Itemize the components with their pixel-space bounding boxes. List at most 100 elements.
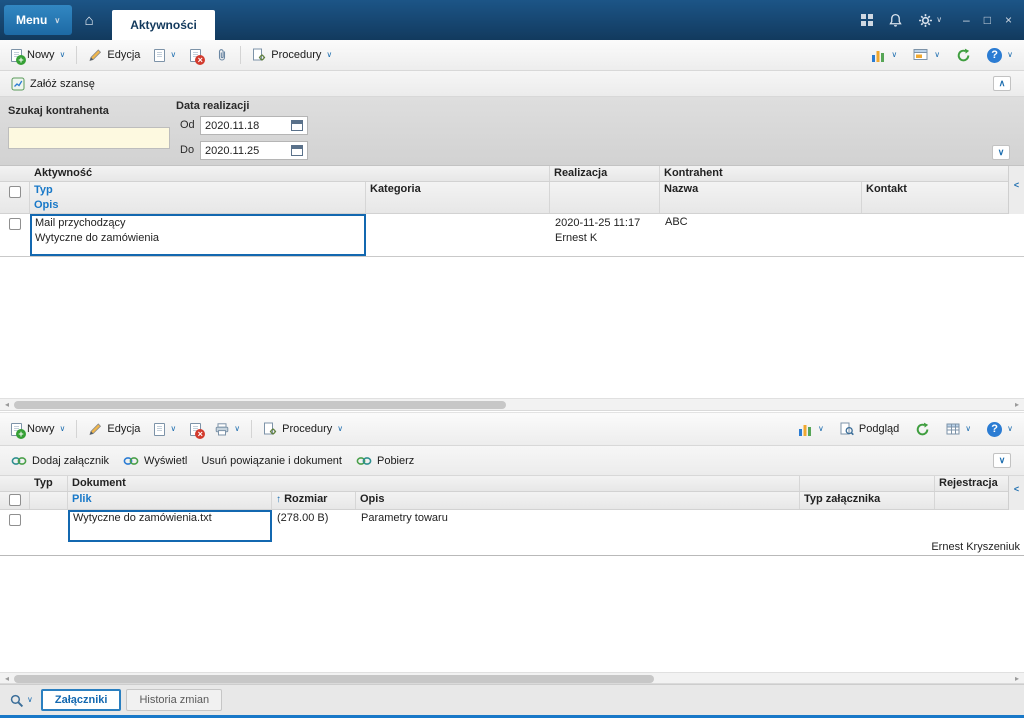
header-typ[interactable]: Typ [30, 476, 68, 491]
edit-attachment-button[interactable]: Edycja [82, 419, 146, 439]
separator [240, 46, 242, 64]
header-realizacja[interactable]: Realizacja [550, 166, 660, 181]
new-attachment-button[interactable]: Nowy ∨ [5, 420, 71, 439]
header-kontakt[interactable]: Kontakt [862, 182, 1008, 213]
header-typ-opis[interactable]: Typ Opis [30, 182, 366, 213]
header-plik[interactable]: Plik [68, 492, 272, 509]
procedures-attachment-button[interactable]: Procedury ∨ [257, 419, 349, 439]
new-document-icon [11, 48, 26, 65]
collapse-attachments-button[interactable]: ∨ [993, 453, 1011, 468]
apps-grid-button[interactable] [861, 14, 874, 26]
minimize-button[interactable]: – [963, 13, 970, 27]
settings-button[interactable]: ∨ [918, 13, 942, 28]
scrollbar-thumb[interactable] [14, 401, 506, 409]
help-icon: ? [987, 47, 1003, 63]
row-checkbox[interactable] [9, 514, 21, 526]
refresh-attachments-button[interactable] [909, 419, 936, 440]
grid-view-button[interactable]: ∨ [940, 420, 977, 438]
menu-label: Menu [16, 13, 48, 27]
horizontal-scrollbar-top[interactable]: ◂ ▸ [0, 398, 1024, 411]
calendar-icon[interactable] [291, 145, 303, 156]
create-opportunity-button[interactable]: Załóż szansę [5, 74, 101, 94]
activity-realizacja: 2020-11-25 11:17 Ernest K [555, 217, 641, 244]
maximize-button[interactable]: □ [984, 13, 991, 27]
chevron-down-icon: ∨ [1007, 50, 1013, 59]
header-aktywnosc[interactable]: Aktywność [30, 166, 550, 181]
expand-filter-button[interactable]: ∨ [992, 145, 1010, 160]
opportunity-icon [11, 77, 25, 90]
download-button[interactable]: Pobierz [350, 452, 420, 470]
window-controls: – □ × [963, 13, 1012, 27]
scroll-right-icon[interactable]: ▸ [1010, 673, 1024, 683]
menu-button[interactable]: Menu ∨ [4, 5, 73, 35]
refresh-button[interactable] [950, 45, 977, 66]
refresh-icon [917, 422, 929, 435]
header-kontrahent[interactable]: Kontrahent [660, 166, 1008, 181]
copy-button[interactable]: ∨ [148, 46, 182, 65]
procedures-button[interactable]: Procedury ∨ [246, 45, 338, 65]
attach-link-button[interactable] [209, 45, 235, 65]
header-opis[interactable]: Opis [356, 492, 800, 509]
copy-attachment-button[interactable]: ∨ [148, 420, 182, 439]
attachment-row[interactable]: Wytyczne do zamówienia.txt (278.00 B) Pa… [0, 510, 1024, 556]
header-rozmiar[interactable]: ↑ Rozmiar [272, 492, 356, 509]
header-typ-zalacznika[interactable]: Typ załącznika [800, 492, 935, 509]
search-kontrahent-input[interactable] [8, 127, 170, 149]
close-button[interactable]: × [1005, 13, 1012, 27]
separator [251, 420, 253, 438]
horizontal-scrollbar-bottom[interactable]: ◂ ▸ [0, 672, 1024, 684]
header-dokument[interactable]: Dokument [68, 476, 800, 491]
select-all-checkbox[interactable] [8, 494, 21, 506]
attachment-file-selected[interactable]: Wytyczne do zamówienia.txt [68, 510, 272, 542]
preview-button[interactable]: Podgląd [834, 419, 905, 439]
chevron-left-icon[interactable]: < [1014, 180, 1019, 214]
new-button[interactable]: Nowy ∨ [5, 46, 71, 65]
chevron-up-icon: ∧ [998, 78, 1006, 88]
view-settings-button[interactable]: ∨ [907, 45, 946, 65]
delete-attachment-button[interactable] [184, 420, 207, 439]
header-rejestracja[interactable]: Rejestracja [935, 476, 1008, 491]
chevron-down-icon: ∨ [965, 424, 972, 433]
activity-cell-selected[interactable]: Mail przychodzący Wytyczne do zamówienia [30, 214, 366, 256]
collapse-filter-button[interactable]: ∧ [993, 76, 1011, 91]
sort-up-icon: ↑ [276, 494, 281, 505]
notifications-button[interactable] [888, 13, 903, 28]
activity-row[interactable]: Mail przychodzący Wytyczne do zamówienia… [0, 214, 1024, 257]
chevron-down-icon: ∨ [59, 50, 66, 59]
chevron-left-icon[interactable]: < [1014, 484, 1019, 510]
attachments-header-groups: Typ Dokument Rejestracja [0, 476, 1024, 492]
tab-historia-zmian[interactable]: Historia zmian [126, 689, 223, 711]
scroll-left-icon[interactable]: ◂ [0, 399, 14, 410]
help-button[interactable]: ? ∨ [981, 45, 1019, 66]
help-attachments-button[interactable]: ? ∨ [981, 419, 1019, 440]
date-from-input[interactable]: 2020.11.18 [200, 116, 308, 135]
calendar-icon[interactable] [291, 120, 303, 131]
select-all-checkbox[interactable] [8, 186, 21, 198]
home-button[interactable]: ⌂ [72, 5, 106, 35]
date-to-input[interactable]: 2020.11.25 [200, 141, 308, 160]
print-button[interactable]: ∨ [209, 420, 246, 439]
header-nazwa[interactable]: Nazwa [660, 182, 862, 213]
magnifier-doc-icon [840, 422, 854, 436]
chevron-down-icon: ∨ [59, 424, 66, 433]
procedures-label: Procedury [271, 49, 322, 61]
tab-aktywnosci[interactable]: Aktywności [112, 10, 215, 40]
quick-search-button[interactable]: ∨ [6, 691, 36, 710]
scroll-right-icon[interactable]: ▸ [1010, 399, 1024, 410]
table-icon [946, 423, 960, 435]
remove-link-document-button[interactable]: Usuń powiązanie i dokument [195, 452, 348, 470]
header-kategoria[interactable]: Kategoria [366, 182, 550, 213]
row-checkbox[interactable] [9, 218, 21, 230]
view-attachment-button[interactable]: Wyświetl [117, 452, 193, 470]
scroll-left-icon[interactable]: ◂ [0, 673, 14, 683]
add-attachment-button[interactable]: Dodaj załącznik [5, 452, 115, 470]
tab-zalaczniki[interactable]: Załączniki [40, 689, 122, 711]
chart-button[interactable]: ∨ [792, 420, 830, 439]
scrollbar-thumb[interactable] [14, 675, 654, 683]
chart-button[interactable]: ∨ [865, 46, 903, 65]
new-document-icon [11, 422, 26, 439]
action-row-right: ∧ [993, 76, 1019, 91]
delete-button[interactable] [184, 46, 207, 65]
edit-button[interactable]: Edycja [82, 45, 146, 65]
chevron-down-icon: ∨ [170, 424, 177, 433]
